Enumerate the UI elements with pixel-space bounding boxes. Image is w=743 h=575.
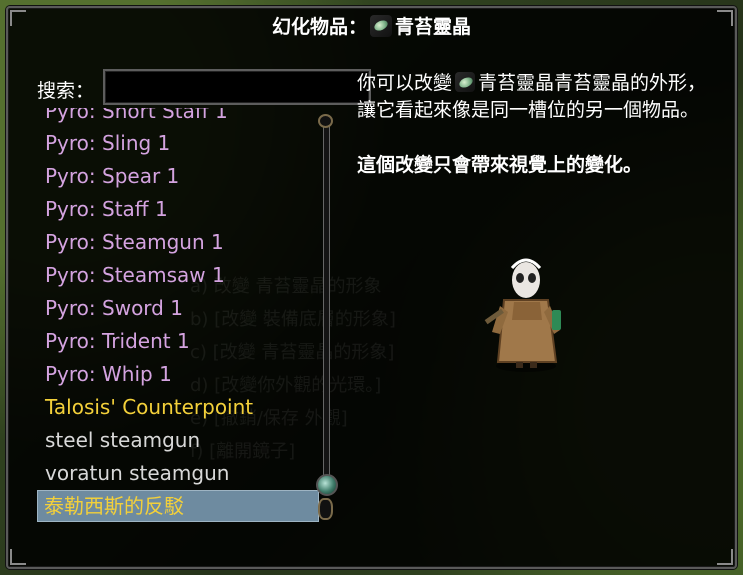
list-item[interactable]: Pyro: Spear 1 [45, 163, 179, 189]
list-item[interactable]: Pyro: Steamsaw 1 [45, 262, 225, 288]
dialog-title-item: 青苔靈晶 [395, 16, 472, 38]
description-prefix: 你可以改變 [357, 72, 453, 94]
list-item[interactable]: Pyro: Whip 1 [45, 361, 172, 387]
list-item-selected[interactable]: 泰勒西斯的反駁 [37, 490, 319, 522]
list-item[interactable]: Pyro: Staff 1 [45, 196, 168, 222]
scrollbar-track[interactable] [323, 124, 330, 490]
scrollbar-top-cap [318, 114, 333, 128]
dialog-corner-ornament [10, 549, 26, 565]
description-text: 你可以改變 青苔靈晶青苔靈晶的外形，讓它看起來像是同一槽位的另一個物品。 [357, 70, 707, 124]
scrollbar-bottom-cap [318, 498, 333, 520]
dialog-corner-ornament [717, 549, 733, 565]
list-item[interactable]: Pyro: Steamgun 1 [45, 229, 224, 255]
appearance-list: Pyro: Short Staff 1 Pyro: Sling 1 Pyro: … [37, 108, 323, 524]
list-item[interactable]: Pyro: Sword 1 [45, 295, 183, 321]
list-item-label: 泰勒西斯的反駁 [44, 494, 184, 518]
character-preview-figure [484, 258, 561, 372]
list-item[interactable]: Pyro: Short Staff 1 [45, 108, 228, 124]
list-item[interactable]: Talosis' Counterpoint [45, 394, 253, 420]
search-label: 搜索： [37, 80, 95, 102]
list-item[interactable]: steel steamgun [45, 427, 200, 453]
scrollbar-thumb[interactable] [316, 474, 338, 496]
description-item: 青苔靈晶 [478, 72, 555, 94]
list-item[interactable]: Pyro: Sling 1 [45, 130, 170, 156]
warning-text: 這個改變只會帶來視覺上的變化。 [357, 154, 643, 176]
dialog-title: 幻化物品： 青苔靈晶 [0, 12, 743, 42]
gem-item-icon [370, 15, 392, 37]
dialog-title-prefix: 幻化物品： [271, 16, 367, 38]
list-item[interactable]: Pyro: Trident 1 [45, 328, 190, 354]
gem-item-icon [455, 72, 476, 92]
game-screen: 幻化物品： 青苔靈晶 a) 改變 青苔靈晶的形象 b) [改變 裝備底層的形象] … [0, 0, 743, 575]
search-input[interactable] [103, 69, 371, 105]
list-item[interactable]: voratun steamgun [45, 460, 229, 486]
